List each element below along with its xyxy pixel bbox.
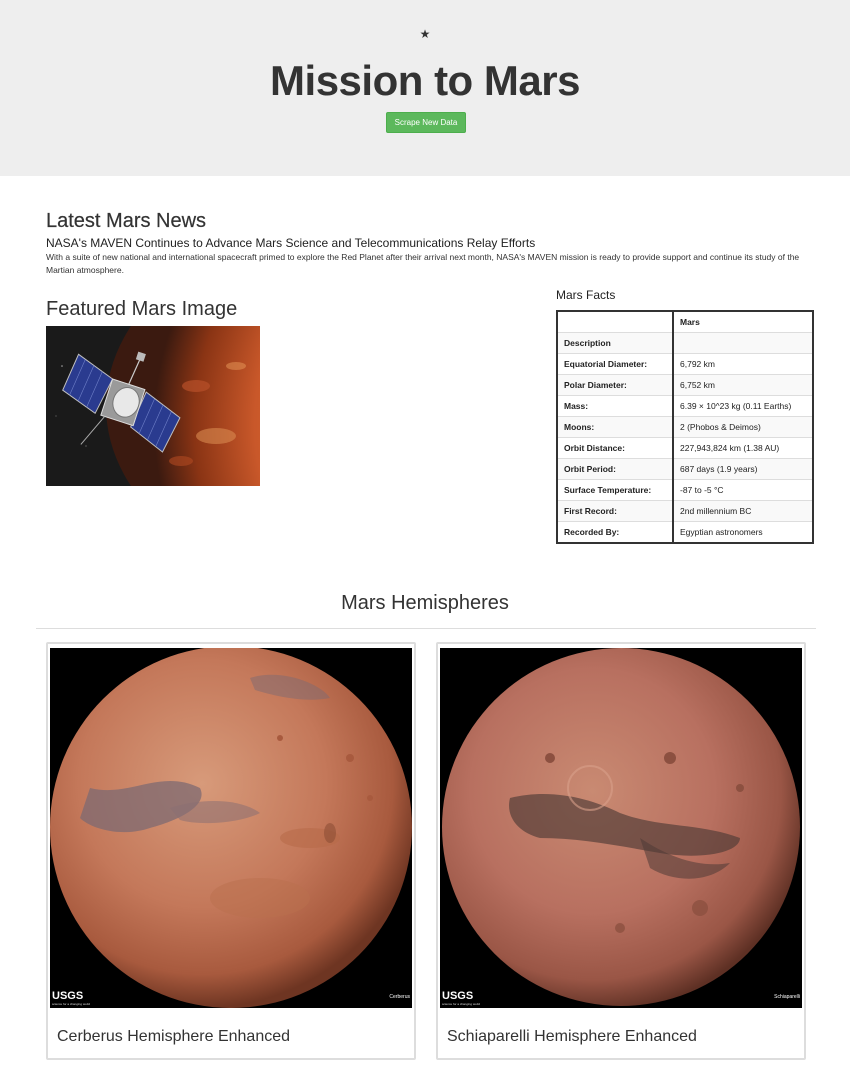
table-row: Orbit Period: 687 days (1.9 years) (556, 458, 814, 480)
table-row: Surface Temperature: -87 to -5 °C (556, 479, 814, 501)
page-title: Mission to Mars (270, 57, 580, 104)
fact-label: Mass: (556, 395, 674, 417)
fact-value: Egyptian astronomers (672, 521, 814, 544)
fact-value: 687 days (1.9 years) (672, 458, 814, 480)
fact-label: Equatorial Diameter: (556, 353, 674, 375)
table-row: Orbit Distance: 227,943,824 km (1.38 AU) (556, 437, 814, 459)
hemispheres-heading: Mars Hemispheres (341, 592, 509, 614)
hemisphere-image-label: Schiaparelli (774, 994, 800, 1000)
usgs-logo: USGS science for a changing world (52, 990, 91, 1006)
fact-label: Orbit Period: (556, 458, 674, 480)
facts-column-header: Mars (672, 310, 814, 333)
table-row: Polar Diameter: 6,752 km (556, 374, 814, 396)
fact-value: 227,943,824 km (1.38 AU) (672, 437, 814, 459)
fact-label: Orbit Distance: (556, 437, 674, 459)
fact-value: 6,792 km (672, 353, 814, 375)
featured-mars-image[interactable] (46, 326, 260, 486)
news-title: NASA's MAVEN Continues to Advance Mars S… (46, 236, 536, 250)
schiaparelli-hemisphere-image[interactable]: USGS science for a changing world Schiap… (440, 648, 802, 1008)
mars-facts-table: Mars Description Equatorial Diameter: 6,… (556, 310, 814, 544)
hemisphere-title[interactable]: Cerberus Hemisphere Enhanced (57, 1027, 290, 1047)
fact-value: -87 to -5 °C (672, 479, 814, 501)
fact-value: 2nd millennium BC (672, 500, 814, 522)
mars-globe-schiaparelli (440, 648, 802, 1008)
facts-index-row: Description (556, 332, 814, 354)
section-divider (36, 628, 816, 629)
facts-heading: Mars Facts (556, 288, 616, 302)
news-teaser: With a suite of new national and interna… (46, 252, 800, 275)
fact-label: Polar Diameter: (556, 374, 674, 396)
usgs-logo: USGS science for a changing world (442, 990, 481, 1006)
fact-label: Moons: (556, 416, 674, 438)
news-heading: Latest Mars News (46, 210, 207, 232)
hemisphere-card-cerberus[interactable]: USGS science for a changing world Cerber… (46, 642, 416, 1060)
featured-image-heading: Featured Mars Image (46, 298, 238, 320)
table-row: Moons: 2 (Phobos & Deimos) (556, 416, 814, 438)
star-icon: ★ (419, 27, 431, 41)
facts-index-value (672, 332, 814, 354)
fact-label: Surface Temperature: (556, 479, 674, 501)
facts-header-empty (556, 310, 674, 333)
fact-value: 6.39 × 10^23 kg (0.11 Earths) (672, 395, 814, 417)
table-row: First Record: 2nd millennium BC (556, 500, 814, 522)
cerberus-hemisphere-image[interactable]: USGS science for a changing world Cerber… (50, 648, 412, 1008)
hemisphere-title[interactable]: Schiaparelli Hemisphere Enhanced (447, 1027, 697, 1047)
fact-value: 6,752 km (672, 374, 814, 396)
facts-index-label: Description (556, 332, 674, 354)
facts-header-row: Mars (556, 310, 814, 333)
hemisphere-image-label: Cerberus (389, 994, 410, 1000)
table-row: Mass: 6.39 × 10^23 kg (0.11 Earths) (556, 395, 814, 417)
spacecraft-over-mars-illustration (46, 326, 260, 486)
fact-value: 2 (Phobos & Deimos) (672, 416, 814, 438)
mars-globe-cerberus (50, 648, 412, 1008)
table-row: Equatorial Diameter: 6,792 km (556, 353, 814, 375)
fact-label: First Record: (556, 500, 674, 522)
scrape-new-data-button[interactable]: Scrape New Data (386, 112, 466, 133)
hemisphere-card-schiaparelli[interactable]: USGS science for a changing world Schiap… (436, 642, 806, 1060)
table-row: Recorded By: Egyptian astronomers (556, 521, 814, 544)
header-jumbotron: ★ Mission to Mars Scrape New Data (0, 0, 850, 176)
fact-label: Recorded By: (556, 521, 674, 544)
